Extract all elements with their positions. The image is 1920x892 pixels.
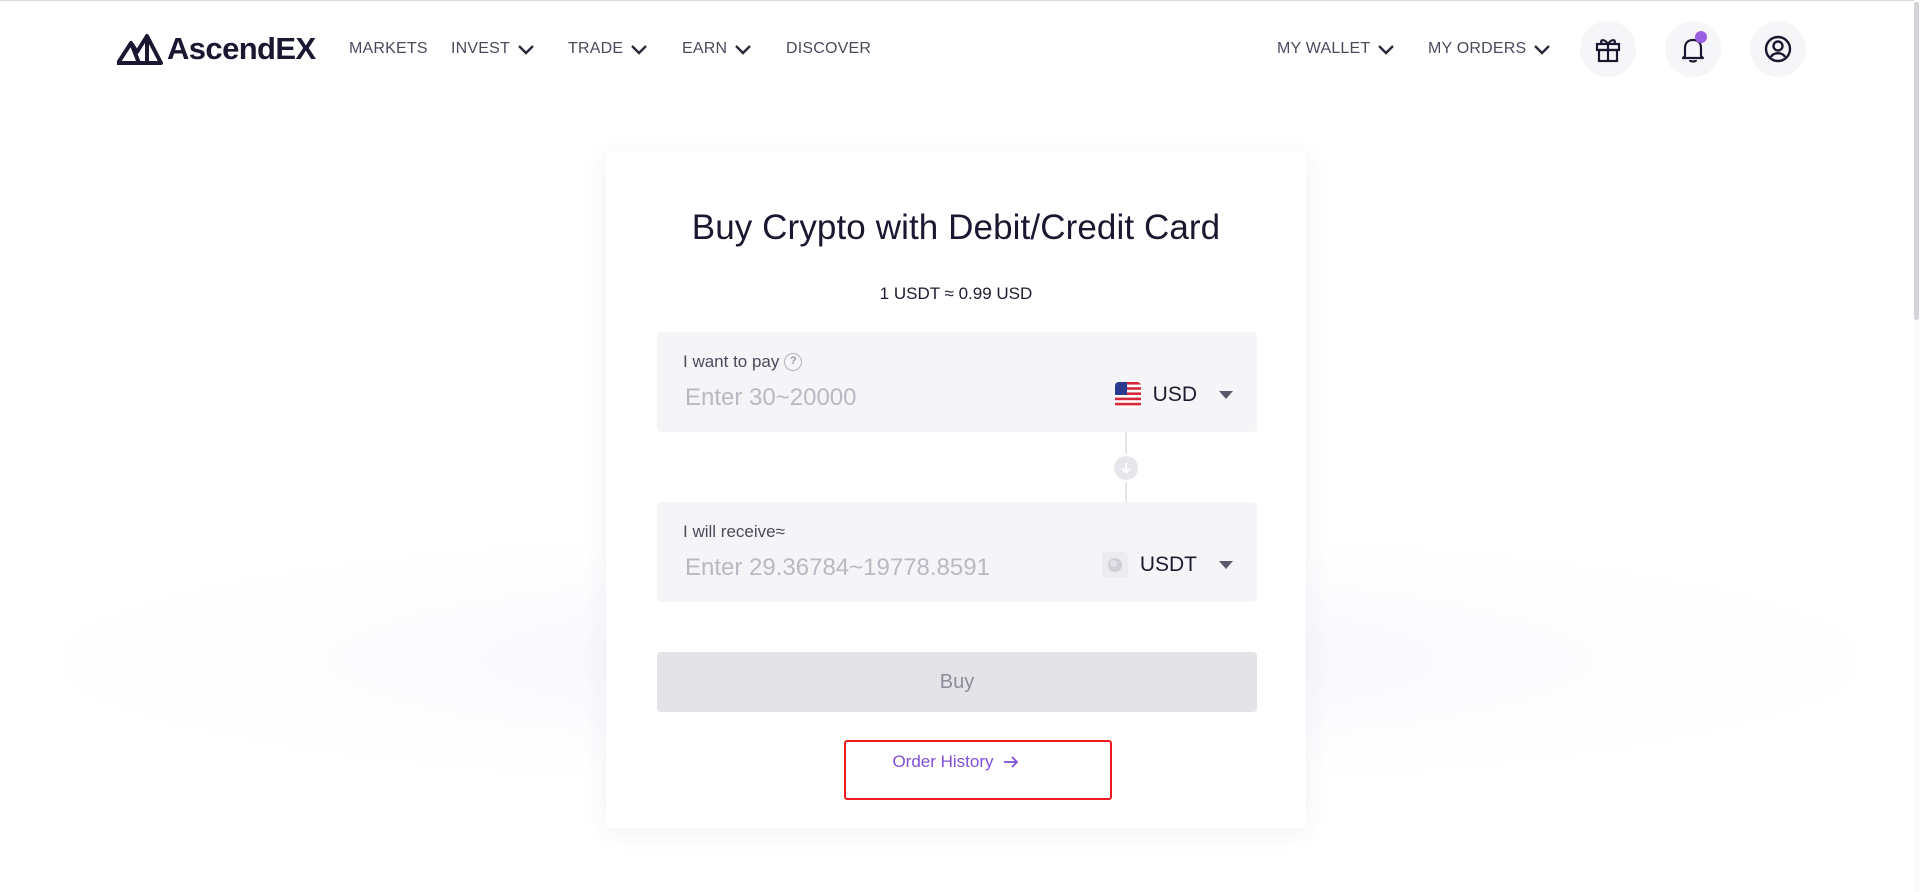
usdt-coin-icon (1101, 552, 1128, 578)
nav-my-orders[interactable]: MY ORDERS (1428, 37, 1552, 61)
brand-name: AscendEX (167, 31, 316, 66)
user-circle-icon (1764, 35, 1792, 63)
order-history-row: Order History (606, 752, 1306, 772)
nav-earn[interactable]: EARN (682, 37, 753, 61)
buy-crypto-card: Buy Crypto with Debit/Credit Card 1 USDT… (606, 152, 1306, 828)
ascendex-logo[interactable]: AscendEX (117, 31, 316, 67)
nav-markets[interactable]: MARKETS (349, 37, 428, 61)
nav-trade[interactable]: TRADE (568, 37, 649, 61)
receive-currency-select[interactable]: USDT (1101, 550, 1233, 580)
nav-my-orders-label: MY ORDERS (1428, 40, 1527, 57)
chevron-down-icon (735, 45, 752, 55)
notification-badge (1695, 31, 1707, 43)
caret-down-icon (1219, 391, 1233, 399)
receive-label-row: I will receive≈ (683, 522, 785, 542)
order-history-label: Order History (892, 752, 994, 771)
receive-label: I will receive≈ (683, 522, 785, 541)
arrow-down-circle-icon (1114, 456, 1138, 480)
nav-invest-label: INVEST (451, 40, 510, 57)
pay-field: I want to pay ? USD (657, 332, 1257, 432)
chevron-down-icon (1378, 45, 1395, 55)
chevron-down-icon (518, 45, 534, 55)
gift-button[interactable] (1580, 21, 1636, 77)
gift-icon (1595, 39, 1621, 63)
ascendex-logo-icon (117, 34, 163, 65)
chevron-down-icon (1534, 45, 1551, 55)
us-flag-icon (1114, 382, 1141, 408)
page-title: Buy Crypto with Debit/Credit Card (691, 208, 1221, 247)
connector-line-top (1125, 432, 1127, 454)
nav-markets-label: MARKETS (349, 40, 428, 57)
account-button[interactable] (1750, 21, 1806, 77)
pay-currency-select[interactable]: USD (1114, 380, 1233, 410)
connector-line-bottom (1125, 482, 1127, 502)
top-header: AscendEX MARKETS INVEST TRADE EARN DISCO… (0, 1, 1920, 97)
arrow-right-icon (1003, 756, 1018, 768)
receive-field: I will receive≈ USDT (657, 502, 1257, 602)
order-history-link[interactable]: Order History (892, 752, 1019, 772)
pay-amount-input[interactable] (685, 380, 1085, 416)
buy-button[interactable]: Buy (657, 652, 1257, 712)
exchange-rate: 1 USDT ≈ 0.99 USD (879, 284, 1033, 303)
nav-discover-label: DISCOVER (786, 40, 872, 57)
receive-currency-label: USDT (1139, 553, 1197, 576)
pay-label-row: I want to pay ? (683, 352, 803, 372)
caret-down-icon (1219, 561, 1233, 569)
help-icon[interactable]: ? (784, 353, 803, 371)
scrollbar-thumb[interactable] (1914, 2, 1919, 320)
pay-currency-label: USD (1152, 383, 1197, 406)
pay-label: I want to pay (683, 352, 780, 371)
chevron-down-icon (631, 45, 648, 55)
receive-amount-input[interactable] (685, 550, 1085, 586)
nav-my-wallet[interactable]: MY WALLET (1277, 37, 1396, 61)
nav-invest[interactable]: INVEST (451, 37, 536, 61)
nav-earn-label: EARN (682, 40, 728, 57)
nav-my-wallet-label: MY WALLET (1277, 40, 1371, 57)
notifications-button[interactable] (1665, 21, 1721, 77)
nav-discover[interactable]: DISCOVER (786, 37, 871, 61)
nav-trade-label: TRADE (568, 40, 624, 57)
